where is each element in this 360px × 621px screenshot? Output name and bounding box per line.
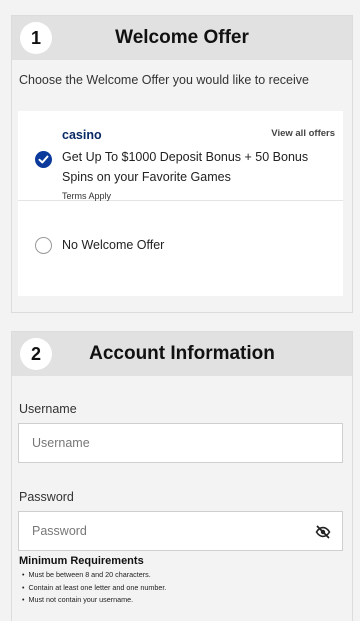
requirement-item: Must be between 8 and 20 characters. <box>22 569 166 582</box>
minimum-requirements-title: Minimum Requirements <box>19 555 144 567</box>
username-placeholder: Username <box>32 436 90 450</box>
requirement-item: Contain at least one letter and one numb… <box>22 582 166 595</box>
checkmark-icon <box>38 155 49 164</box>
terms-apply-link[interactable]: Terms Apply <box>62 191 111 201</box>
requirement-item: Must not contain your username. <box>22 594 166 607</box>
welcome-offer-section: 1 Welcome Offer Choose the Welcome Offer… <box>11 15 353 313</box>
section-title: Welcome Offer <box>115 27 249 48</box>
offer-options-card: casino View all offers Get Up To $1000 D… <box>18 111 343 296</box>
step-number-badge: 2 <box>20 338 52 370</box>
no-offer-label: No Welcome Offer <box>62 238 165 252</box>
step-number-badge: 1 <box>20 22 52 54</box>
no-offer-radio[interactable] <box>35 237 52 254</box>
password-label: Password <box>19 490 74 504</box>
view-all-offers-link[interactable]: View all offers <box>271 128 335 139</box>
section-title: Account Information <box>89 343 275 364</box>
welcome-offer-instruction: Choose the Welcome Offer you would like … <box>19 73 309 87</box>
username-label: Username <box>19 402 77 416</box>
welcome-offer-header: 1 Welcome Offer <box>12 16 352 60</box>
password-placeholder: Password <box>32 524 87 538</box>
password-input[interactable]: Password <box>18 511 343 551</box>
offer-description: Get Up To $1000 Deposit Bonus + 50 Bonus… <box>62 150 309 184</box>
offer-option-none[interactable]: No Welcome Offer <box>18 202 343 296</box>
requirements-list: Must be between 8 and 20 characters. Con… <box>22 569 166 607</box>
username-input[interactable]: Username <box>18 423 343 463</box>
offer-radio-selected[interactable] <box>35 151 52 168</box>
eye-slash-icon[interactable] <box>315 524 331 540</box>
offer-option-casino[interactable]: casino View all offers Get Up To $1000 D… <box>18 111 343 201</box>
account-information-section: 2 Account Information Username Username … <box>11 331 353 621</box>
offer-name: casino <box>62 128 102 142</box>
account-information-header: 2 Account Information <box>12 332 352 376</box>
